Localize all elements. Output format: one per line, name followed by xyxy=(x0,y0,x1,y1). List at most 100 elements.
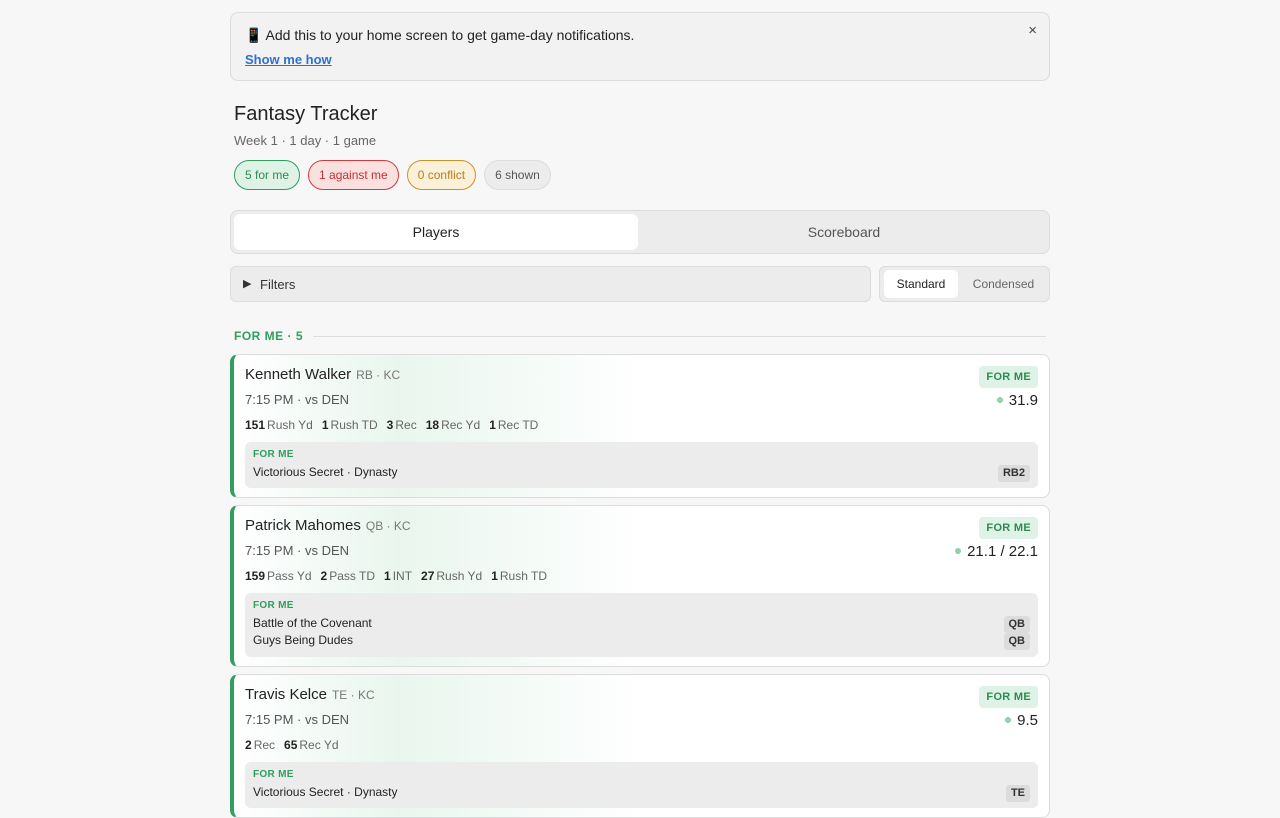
chip-shown[interactable]: 6 shown xyxy=(484,160,551,190)
player-card[interactable]: Kenneth Walker RB · KC 7:15 PM · vs DEN F… xyxy=(230,354,1050,498)
game-time: 7:15 PM · vs DEN xyxy=(245,712,350,727)
lineup-row: Victorious Secret · Dynasty TE xyxy=(253,785,1030,802)
stat-item: 2 Pass TD xyxy=(321,569,375,583)
stat-label: Rush Yd xyxy=(436,569,483,583)
page-subtitle: Week 1 · 1 day · 1 game xyxy=(234,133,377,148)
lineup-row: Victorious Secret · Dynasty RB2 xyxy=(253,465,1030,482)
roster-slot: TE xyxy=(1005,785,1030,802)
close-icon[interactable]: × xyxy=(1028,22,1037,39)
stat-value: 2 xyxy=(245,738,252,752)
player-name: Patrick Mahomes QB · KC xyxy=(245,517,411,534)
stat-value: 1 xyxy=(384,569,391,583)
player-name: Kenneth Walker RB · KC xyxy=(245,366,400,383)
stat-value: 2 xyxy=(320,569,328,583)
summary-chips: 5 for me 1 against me 0 conflict 6 shown xyxy=(234,160,551,190)
lineup-header: FOR ME xyxy=(253,449,294,460)
player-score: 9.5 xyxy=(1005,712,1038,729)
stat-value: 1 xyxy=(489,418,496,432)
stat-line: 159 Pass Yd 2 Pass TD 1 INT 27 Rush Yd 1 Rush… xyxy=(245,569,547,583)
live-dot-icon xyxy=(955,548,962,555)
stat-item: 1 Rush TD xyxy=(491,569,547,583)
stat-value: 1 xyxy=(491,569,498,583)
stat-item: 27 Rush Yd xyxy=(421,569,482,583)
section-label: FOR ME · 5 xyxy=(234,329,304,343)
section-divider xyxy=(313,335,1046,337)
stat-item: 1 INT xyxy=(384,569,412,583)
stat-item: 18 Rec Yd xyxy=(426,418,481,432)
score-value: 31.9 xyxy=(1008,392,1038,409)
stat-label: Rush TD xyxy=(499,569,548,583)
score-value: 21.1 / 22.1 xyxy=(967,543,1038,560)
stat-item: 65 Rec Yd xyxy=(284,738,339,752)
stat-item: 1 Rush TD xyxy=(322,418,378,432)
chip-conflict[interactable]: 0 conflict xyxy=(406,160,477,190)
player-name-text: Patrick Mahomes xyxy=(245,517,361,534)
lineup-row: Guys Being Dudes QB xyxy=(253,633,1030,650)
chip-against-me[interactable]: 1 against me xyxy=(308,160,399,190)
team-name: Victorious Secret · Dynasty xyxy=(253,785,398,799)
stat-item: 159 Pass Yd xyxy=(245,569,312,583)
stat-value: 159 xyxy=(245,569,266,583)
lineup-box: FOR ME Victorious Secret · Dynasty TE xyxy=(245,762,1038,808)
stat-label: Rec xyxy=(395,418,417,432)
roster-slot: RB2 xyxy=(997,465,1030,482)
status-badge: FOR ME xyxy=(979,686,1038,708)
stat-line: 151 Rush Yd 1 Rush TD 3 Rec 18 Rec Yd 1 Rec T… xyxy=(245,418,538,432)
stat-value: 18 xyxy=(425,418,440,432)
show-me-how-link[interactable]: Show me how xyxy=(245,52,332,67)
stat-label: Pass Yd xyxy=(267,569,312,583)
page-title: Fantasy Tracker xyxy=(234,103,378,125)
lineup-row: Battle of the Covenant QB xyxy=(253,616,1030,633)
main-tabs: Players Scoreboard xyxy=(230,210,1050,254)
player-card[interactable]: Travis Kelce TE · KC 7:15 PM · vs DEN FOR… xyxy=(230,674,1050,818)
view-standard-button[interactable]: Standard xyxy=(884,270,958,298)
stat-label: Rush Yd xyxy=(267,418,313,432)
player-position: QB · KC xyxy=(365,519,411,533)
team-name: Guys Being Dudes xyxy=(253,633,354,647)
lineup-box: FOR ME Victorious Secret · Dynasty RB2 xyxy=(245,442,1038,488)
stat-value: 27 xyxy=(421,569,435,583)
roster-slot: QB xyxy=(1003,633,1030,650)
stat-line: 2 Rec 65 Rec Yd xyxy=(245,738,339,752)
view-toggle: Standard Condensed xyxy=(879,266,1050,302)
player-score: 21.1 / 22.1 xyxy=(955,543,1038,560)
player-name-text: Travis Kelce xyxy=(245,686,327,703)
stat-value: 65 xyxy=(284,738,298,752)
stat-label: Rush TD xyxy=(330,418,378,432)
stat-label: Rec xyxy=(253,738,276,752)
status-badge: FOR ME xyxy=(979,366,1038,388)
player-card[interactable]: Patrick Mahomes QB · KC 7:15 PM · vs DEN … xyxy=(230,505,1050,667)
stat-value: 151 xyxy=(245,418,266,432)
triangle-right-icon: ▶ xyxy=(243,278,252,290)
score-value: 9.5 xyxy=(1017,712,1038,729)
stat-item: 1 Rec TD xyxy=(489,418,538,432)
live-dot-icon xyxy=(1005,717,1012,724)
status-badge: FOR ME xyxy=(979,517,1038,539)
player-position: TE · KC xyxy=(331,688,375,702)
chip-for-me[interactable]: 5 for me xyxy=(234,160,301,190)
stat-label: Rec Yd xyxy=(441,418,481,432)
view-condensed-button[interactable]: Condensed xyxy=(960,270,1047,298)
stat-label: Pass TD xyxy=(329,569,375,583)
stat-item: 3 Rec xyxy=(387,418,417,432)
filters-label: Filters xyxy=(260,277,296,292)
tab-players[interactable]: Players xyxy=(234,214,638,250)
player-name-text: Kenneth Walker xyxy=(245,366,352,383)
stat-label: Rec Yd xyxy=(299,738,339,752)
game-time: 7:15 PM · vs DEN xyxy=(245,392,350,407)
stat-label: Rec TD xyxy=(497,418,539,432)
filters-toggle[interactable]: ▶ Filters xyxy=(230,266,871,302)
roster-slot: QB xyxy=(1003,616,1030,633)
stat-label: INT xyxy=(392,569,413,583)
section-header: FOR ME · 5 xyxy=(234,329,1046,343)
stat-value: 3 xyxy=(386,418,394,432)
stat-value: 1 xyxy=(321,418,329,432)
banner-message: 📱 Add this to your home screen to get ga… xyxy=(245,27,635,43)
team-name: Victorious Secret · Dynasty xyxy=(253,465,398,479)
stat-item: 2 Rec xyxy=(245,738,275,752)
lineup-header: FOR ME xyxy=(253,769,294,780)
live-dot-icon xyxy=(996,397,1003,404)
lineup-box: FOR ME Battle of the Covenant QB Guys Be… xyxy=(245,593,1038,657)
tab-scoreboard[interactable]: Scoreboard xyxy=(642,214,1046,250)
stat-item: 151 Rush Yd xyxy=(245,418,313,432)
